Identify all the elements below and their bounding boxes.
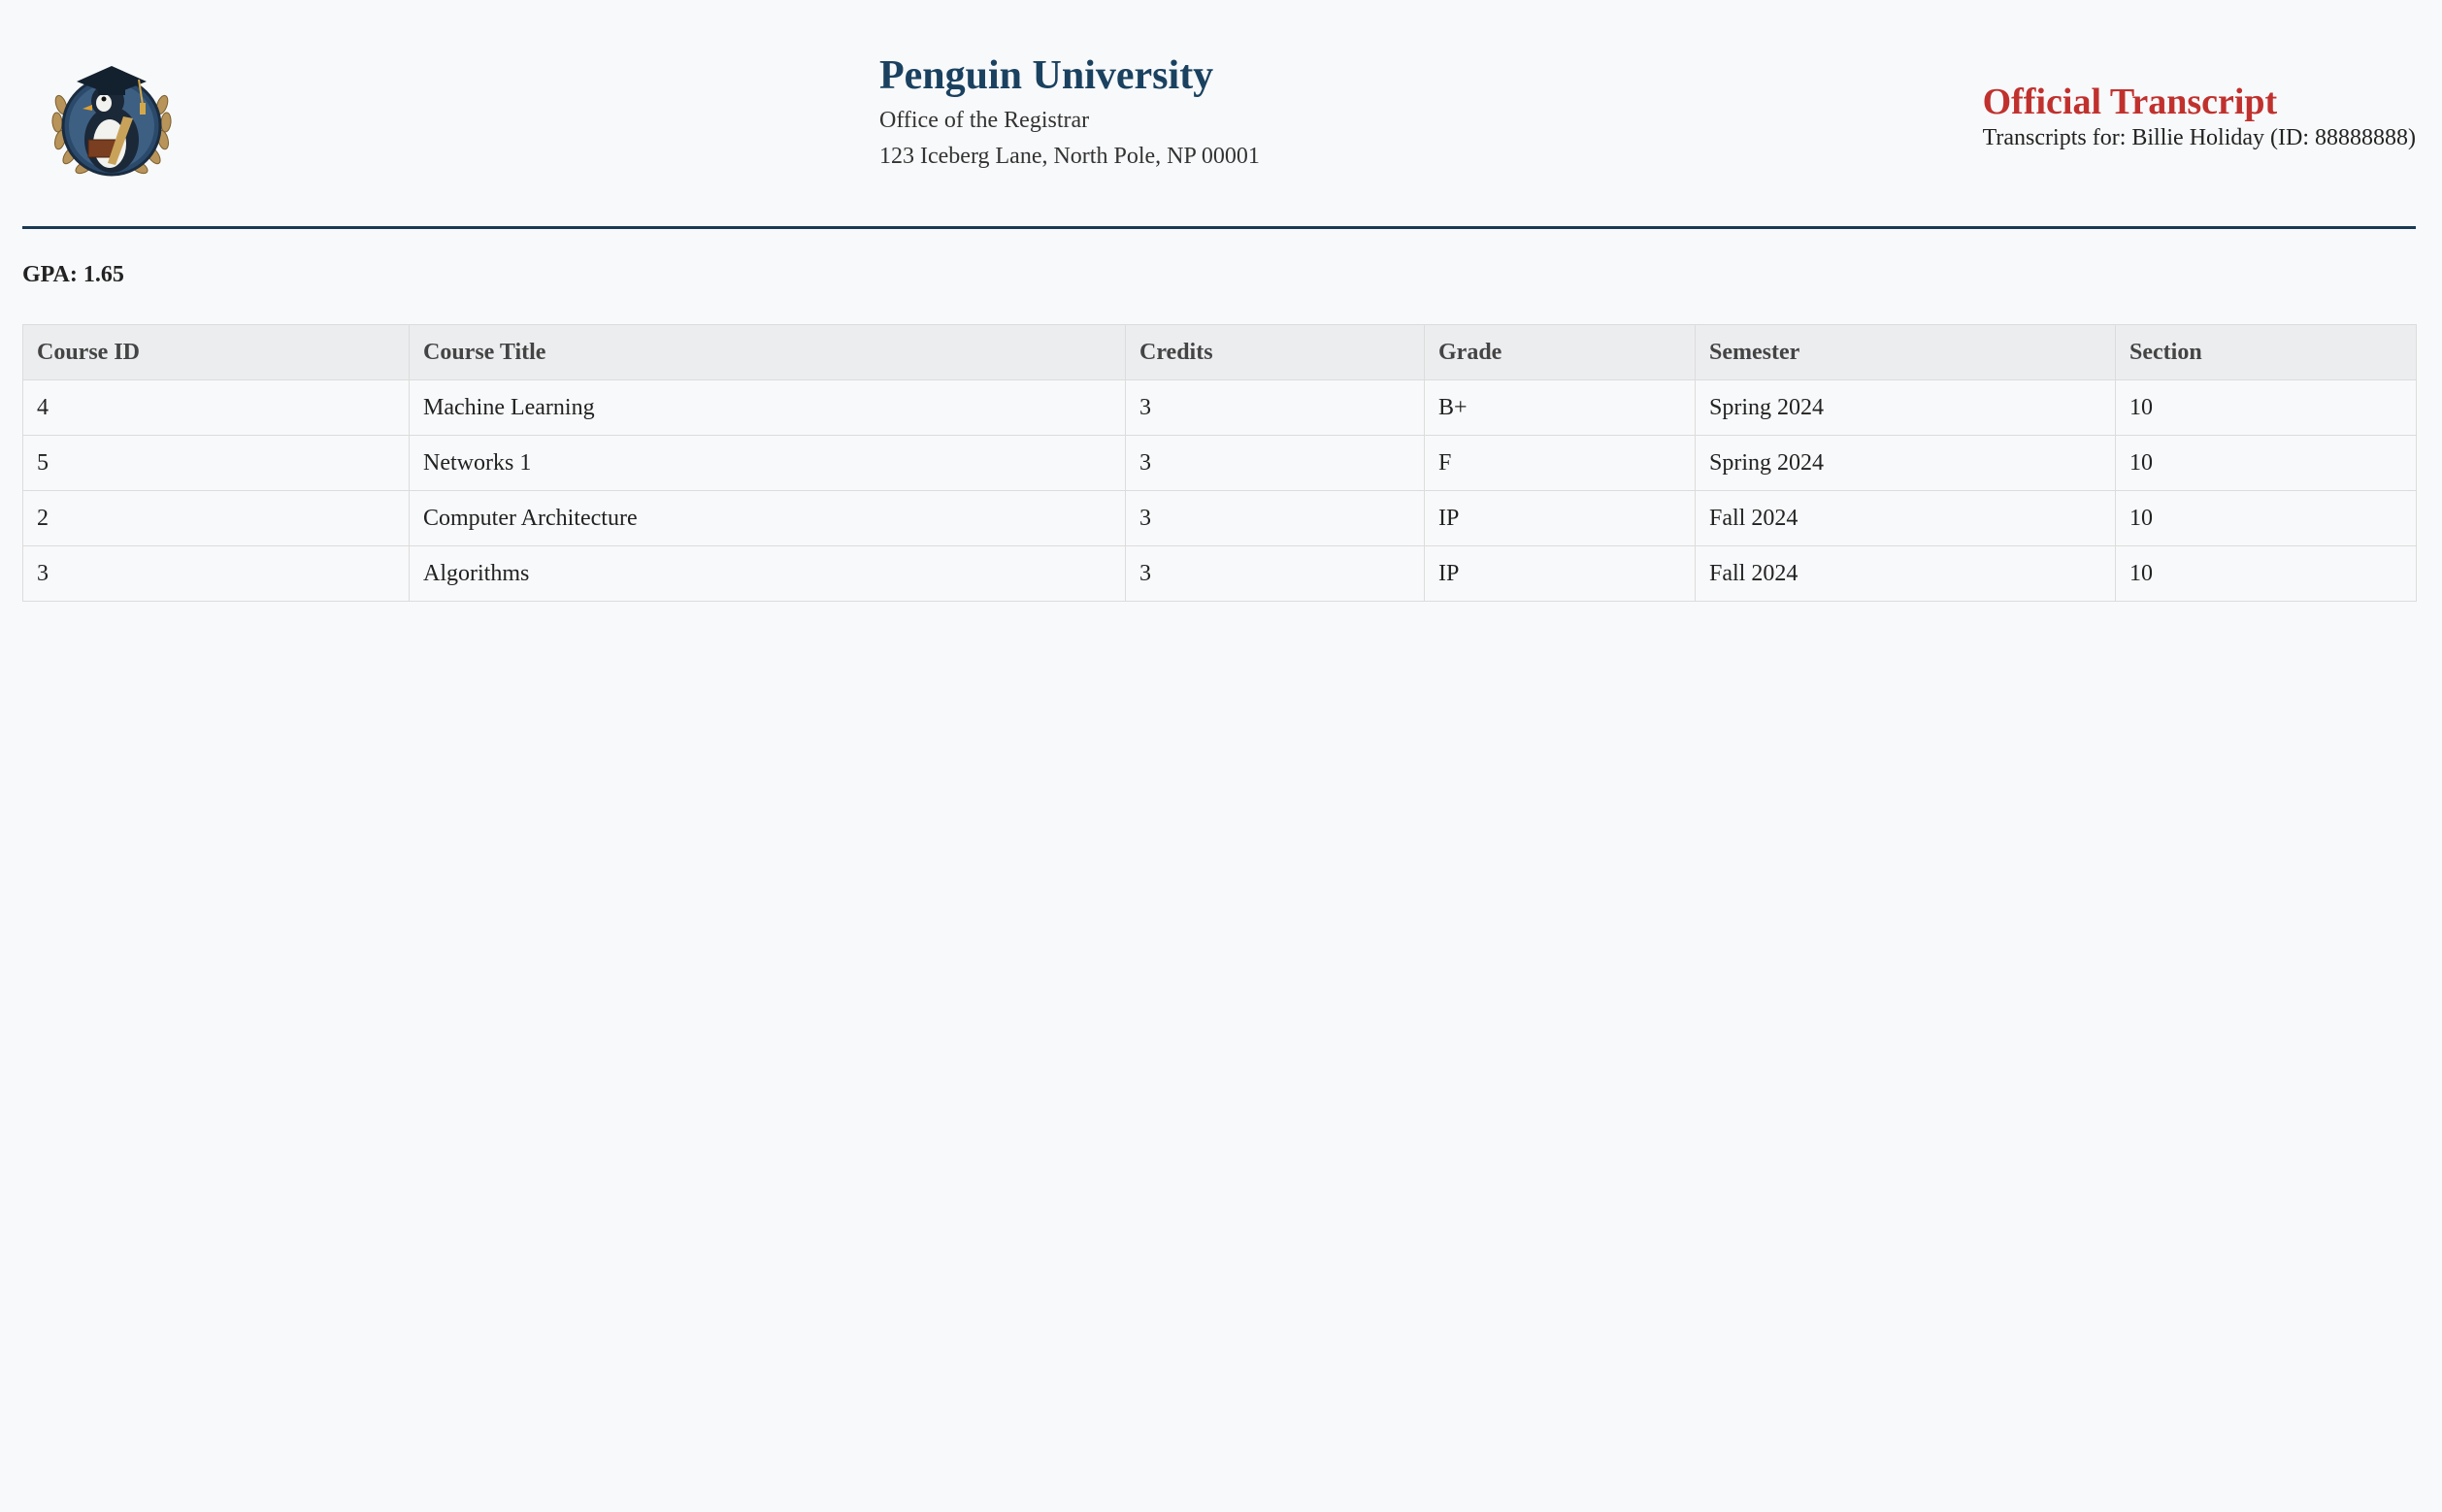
table-row: 5 Networks 1 3 F Spring 2024 10 [22,435,2417,491]
cell-course-id: 4 [22,379,410,436]
registrar-office: Office of the Registrar [879,108,1090,133]
column-header-semester: Semester [1695,324,2116,380]
cell-section: 10 [2115,490,2417,546]
column-header-grade: Grade [1424,324,1696,380]
transcript-header: Penguin University Office of the Registr… [22,0,2416,229]
cell-grade: IP [1424,490,1696,546]
cell-section: 10 [2115,545,2417,602]
cell-credits: 3 [1125,435,1425,491]
university-name: Penguin University [879,53,1214,98]
gpa-label: GPA: [22,262,78,287]
table-row: 2 Computer Architecture 3 IP Fall 2024 1… [22,490,2417,546]
student-identifier: Transcripts for: Billie Holiday (ID: 888… [1982,125,2416,150]
cell-credits: 3 [1125,490,1425,546]
cell-semester: Spring 2024 [1695,379,2116,436]
table-row: 4 Machine Learning 3 B+ Spring 2024 10 [22,379,2417,436]
table-header-row: Course ID Course Title Credits Grade Sem… [22,324,2417,380]
gpa-summary: GPA: 1.65 [22,258,124,291]
cell-section: 10 [2115,379,2417,436]
column-header-section: Section [2115,324,2417,380]
cell-credits: 3 [1125,545,1425,602]
university-address: 123 Iceberg Lane, North Pole, NP 00001 [879,144,1260,169]
cell-course-title: Machine Learning [409,379,1126,436]
column-header-course-id: Course ID [22,324,410,380]
gpa-value: 1.65 [82,262,124,287]
cell-semester: Fall 2024 [1695,545,2116,602]
cell-course-title: Algorithms [409,545,1126,602]
cell-semester: Fall 2024 [1695,490,2116,546]
column-header-course-title: Course Title [409,324,1126,380]
cell-semester: Spring 2024 [1695,435,2116,491]
cell-grade: F [1424,435,1696,491]
table-row: 3 Algorithms 3 IP Fall 2024 10 [22,545,2417,602]
cell-course-id: 2 [22,490,410,546]
cell-course-id: 3 [22,545,410,602]
cell-section: 10 [2115,435,2417,491]
cell-credits: 3 [1125,379,1425,436]
cell-grade: B+ [1424,379,1696,436]
cell-course-title: Networks 1 [409,435,1126,491]
cell-course-title: Computer Architecture [409,490,1126,546]
cell-course-id: 5 [22,435,410,491]
column-header-credits: Credits [1125,324,1425,380]
cell-grade: IP [1424,545,1696,602]
university-info: Penguin University Office of the Registr… [879,49,1260,175]
transcript-title-block: Official Transcript Transcripts for: Bil… [1983,80,2416,151]
document-title: Official Transcript [1982,82,2278,122]
course-table: Course ID Course Title Credits Grade Sem… [22,324,2417,602]
penguin-graduate-seal-icon [46,45,178,181]
